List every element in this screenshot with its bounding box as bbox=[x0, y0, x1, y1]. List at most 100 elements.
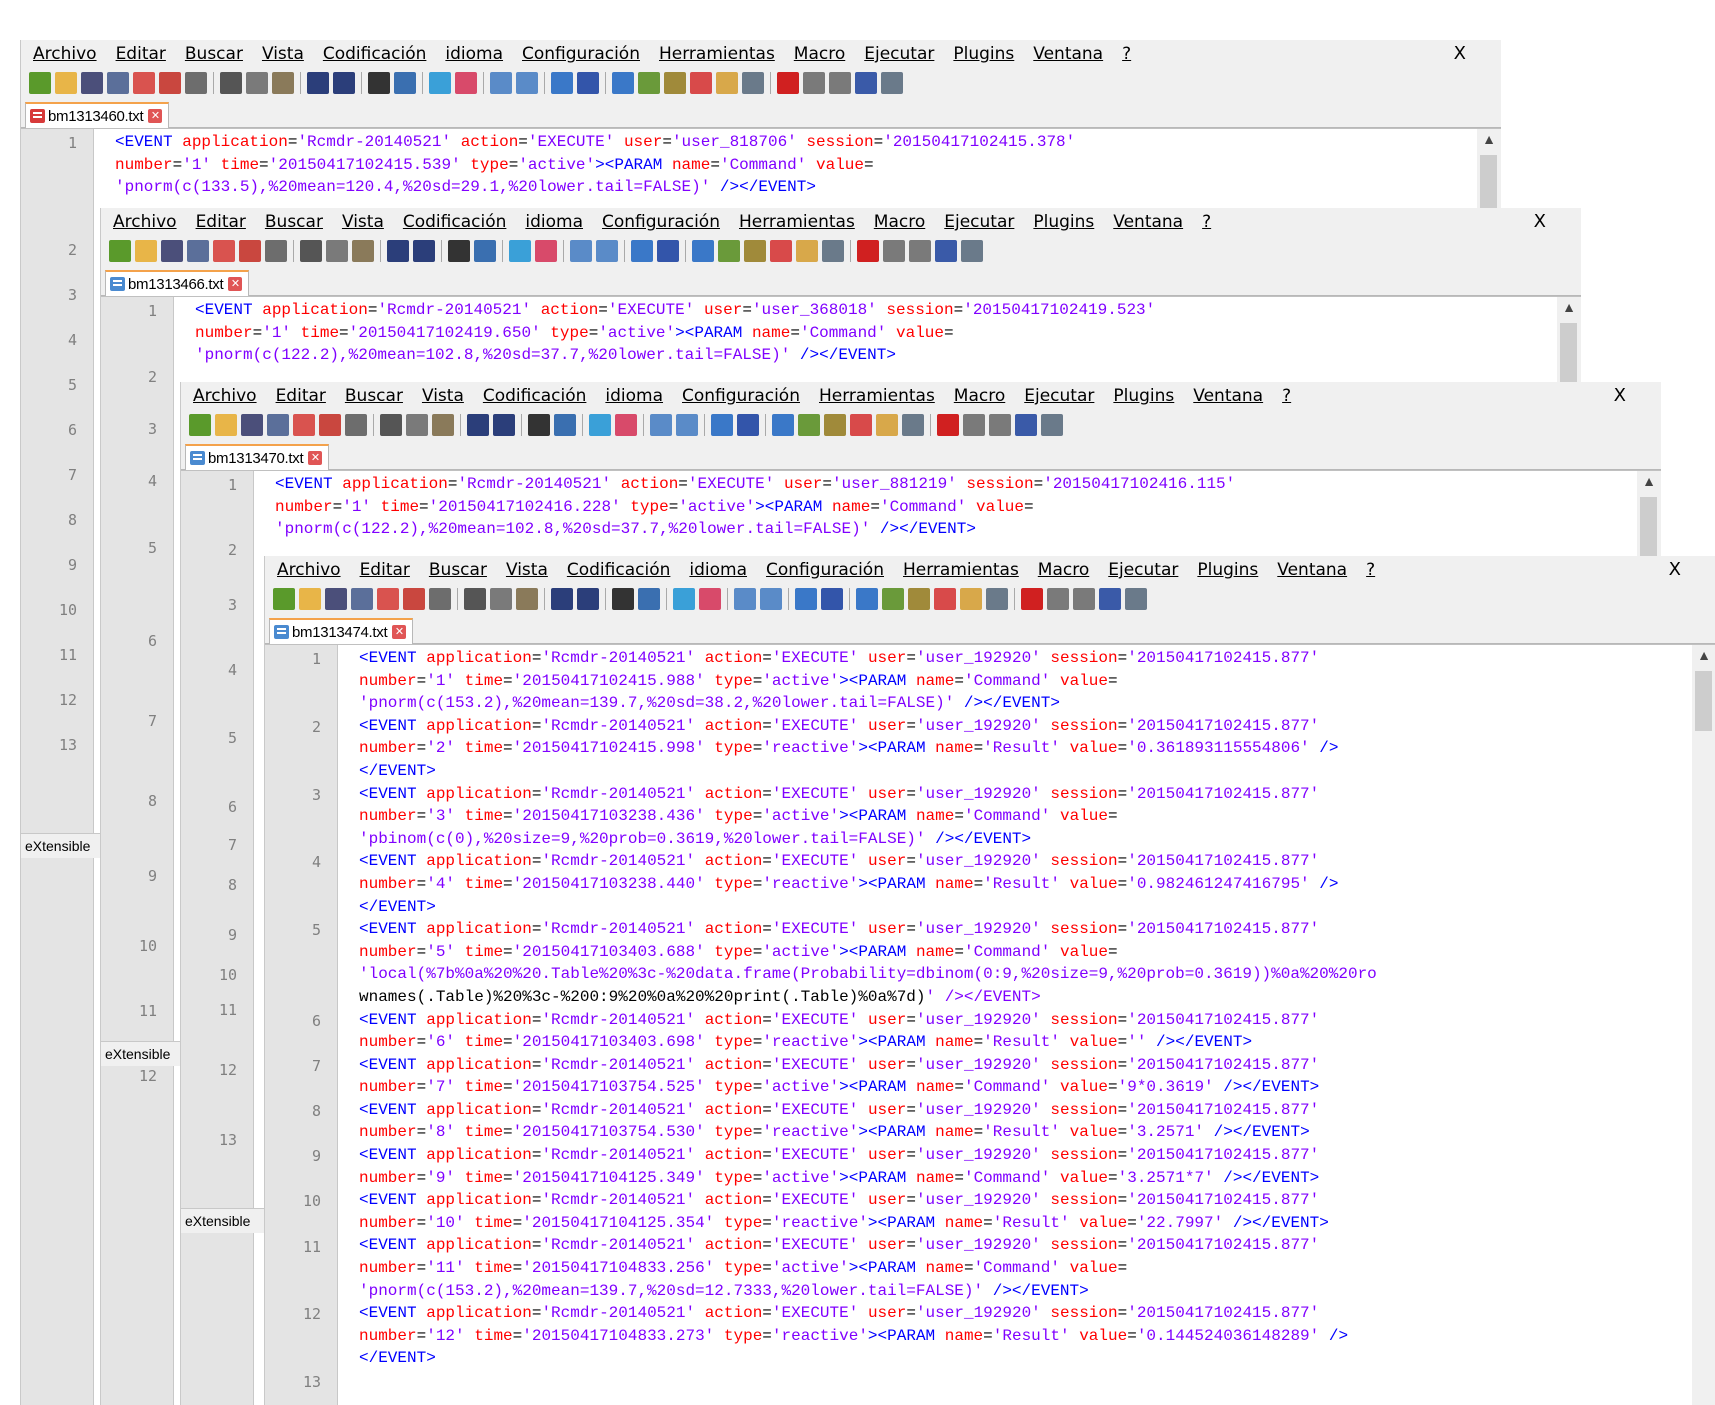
scrollbar-thumb[interactable] bbox=[1480, 155, 1497, 215]
function-list-icon[interactable] bbox=[934, 588, 956, 610]
menu-item[interactable]: idioma bbox=[525, 212, 583, 232]
replace-icon[interactable] bbox=[638, 588, 660, 610]
menu-item[interactable]: Plugins bbox=[1113, 386, 1174, 406]
zoom-out-icon[interactable] bbox=[615, 414, 637, 436]
menu-item[interactable]: idioma bbox=[605, 386, 663, 406]
copy-icon[interactable] bbox=[406, 414, 428, 436]
file-tab[interactable]: bm1313470.txt ✕ bbox=[185, 444, 330, 470]
menu-item[interactable]: Plugins bbox=[953, 44, 1014, 64]
menu-item[interactable]: Editar bbox=[116, 44, 166, 64]
sync-horizontal-icon[interactable] bbox=[676, 414, 698, 436]
zoom-in-icon[interactable] bbox=[429, 72, 451, 94]
menu-item[interactable]: Codificación bbox=[403, 212, 507, 232]
cut-icon[interactable] bbox=[220, 72, 242, 94]
paste-icon[interactable] bbox=[272, 72, 294, 94]
new-file-icon[interactable] bbox=[273, 588, 295, 610]
menu-item[interactable]: Configuración bbox=[682, 386, 800, 406]
monitoring-icon[interactable] bbox=[742, 72, 764, 94]
user-language-icon[interactable] bbox=[882, 588, 904, 610]
undo-icon[interactable] bbox=[387, 240, 409, 262]
sync-horizontal-icon[interactable] bbox=[760, 588, 782, 610]
find-icon[interactable] bbox=[528, 414, 550, 436]
folder-workspace-icon[interactable] bbox=[876, 414, 898, 436]
show-all-chars-icon[interactable] bbox=[821, 588, 843, 610]
indent-guide-icon[interactable] bbox=[856, 588, 878, 610]
menu-item[interactable]: ? bbox=[1122, 44, 1131, 64]
menu-item[interactable]: Editar bbox=[196, 212, 246, 232]
menu-item[interactable]: Configuración bbox=[522, 44, 640, 64]
vertical-scrollbar[interactable]: ▲ bbox=[1692, 645, 1715, 1405]
redo-icon[interactable] bbox=[333, 72, 355, 94]
open-file-icon[interactable] bbox=[135, 240, 157, 262]
new-file-icon[interactable] bbox=[29, 72, 51, 94]
word-wrap-icon[interactable] bbox=[631, 240, 653, 262]
zoom-in-icon[interactable] bbox=[509, 240, 531, 262]
copy-icon[interactable] bbox=[326, 240, 348, 262]
save-all-icon[interactable] bbox=[351, 588, 373, 610]
save-icon[interactable] bbox=[241, 414, 263, 436]
sync-vertical-icon[interactable] bbox=[734, 588, 756, 610]
menu-item[interactable]: Codificación bbox=[567, 560, 671, 580]
scroll-up-icon[interactable]: ▲ bbox=[1557, 299, 1581, 315]
close-window-button[interactable]: X bbox=[1614, 385, 1626, 406]
sync-horizontal-icon[interactable] bbox=[516, 72, 538, 94]
function-list-icon[interactable] bbox=[850, 414, 872, 436]
scrollbar-thumb[interactable] bbox=[1640, 497, 1657, 557]
menu-item[interactable]: ? bbox=[1202, 212, 1211, 232]
menu-item[interactable]: Ventana bbox=[1277, 560, 1347, 580]
menu-item[interactable]: Archivo bbox=[277, 560, 341, 580]
menu-item[interactable]: idioma bbox=[689, 560, 747, 580]
save-all-icon[interactable] bbox=[107, 72, 129, 94]
save-icon[interactable] bbox=[161, 240, 183, 262]
user-language-icon[interactable] bbox=[718, 240, 740, 262]
stop-macro-icon[interactable] bbox=[1047, 588, 1069, 610]
run-macro-multiple-icon[interactable] bbox=[1099, 588, 1121, 610]
menu-item[interactable]: Ejecutar bbox=[1108, 560, 1178, 580]
menu-item[interactable]: Buscar bbox=[265, 212, 323, 232]
save-macro-icon[interactable] bbox=[1125, 588, 1147, 610]
run-macro-multiple-icon[interactable] bbox=[1015, 414, 1037, 436]
menu-item[interactable]: Herramientas bbox=[659, 44, 775, 64]
sync-horizontal-icon[interactable] bbox=[596, 240, 618, 262]
close-window-button[interactable]: X bbox=[1534, 211, 1546, 232]
paste-icon[interactable] bbox=[516, 588, 538, 610]
function-list-icon[interactable] bbox=[690, 72, 712, 94]
print-icon[interactable] bbox=[185, 72, 207, 94]
save-macro-icon[interactable] bbox=[881, 72, 903, 94]
function-list-icon[interactable] bbox=[770, 240, 792, 262]
menu-item[interactable]: idioma bbox=[445, 44, 503, 64]
sync-vertical-icon[interactable] bbox=[650, 414, 672, 436]
tab-close-icon[interactable]: ✕ bbox=[228, 277, 243, 291]
save-all-icon[interactable] bbox=[267, 414, 289, 436]
stop-macro-icon[interactable] bbox=[803, 72, 825, 94]
cut-icon[interactable] bbox=[380, 414, 402, 436]
close-icon[interactable] bbox=[133, 72, 155, 94]
close-icon[interactable] bbox=[213, 240, 235, 262]
menu-item[interactable]: Herramientas bbox=[819, 386, 935, 406]
show-all-chars-icon[interactable] bbox=[577, 72, 599, 94]
menu-item[interactable]: Editar bbox=[360, 560, 410, 580]
replace-icon[interactable] bbox=[394, 72, 416, 94]
folder-workspace-icon[interactable] bbox=[960, 588, 982, 610]
paste-icon[interactable] bbox=[432, 414, 454, 436]
zoom-out-icon[interactable] bbox=[455, 72, 477, 94]
save-macro-icon[interactable] bbox=[1041, 414, 1063, 436]
tab-close-icon[interactable]: ✕ bbox=[308, 451, 323, 465]
monitoring-icon[interactable] bbox=[986, 588, 1008, 610]
play-macro-icon[interactable] bbox=[1073, 588, 1095, 610]
scroll-up-icon[interactable]: ▲ bbox=[1477, 131, 1501, 147]
menu-item[interactable]: Configuración bbox=[602, 212, 720, 232]
menu-item[interactable]: Ejecutar bbox=[1024, 386, 1094, 406]
tab-close-icon[interactable]: ✕ bbox=[148, 109, 163, 123]
run-macro-multiple-icon[interactable] bbox=[855, 72, 877, 94]
indent-guide-icon[interactable] bbox=[772, 414, 794, 436]
undo-icon[interactable] bbox=[307, 72, 329, 94]
open-file-icon[interactable] bbox=[215, 414, 237, 436]
word-wrap-icon[interactable] bbox=[711, 414, 733, 436]
copy-icon[interactable] bbox=[246, 72, 268, 94]
scroll-up-icon[interactable]: ▲ bbox=[1637, 473, 1661, 489]
file-tab[interactable]: bm1313466.txt ✕ bbox=[105, 270, 250, 296]
close-all-icon[interactable] bbox=[239, 240, 261, 262]
undo-icon[interactable] bbox=[551, 588, 573, 610]
menu-item[interactable]: Vista bbox=[506, 560, 548, 580]
